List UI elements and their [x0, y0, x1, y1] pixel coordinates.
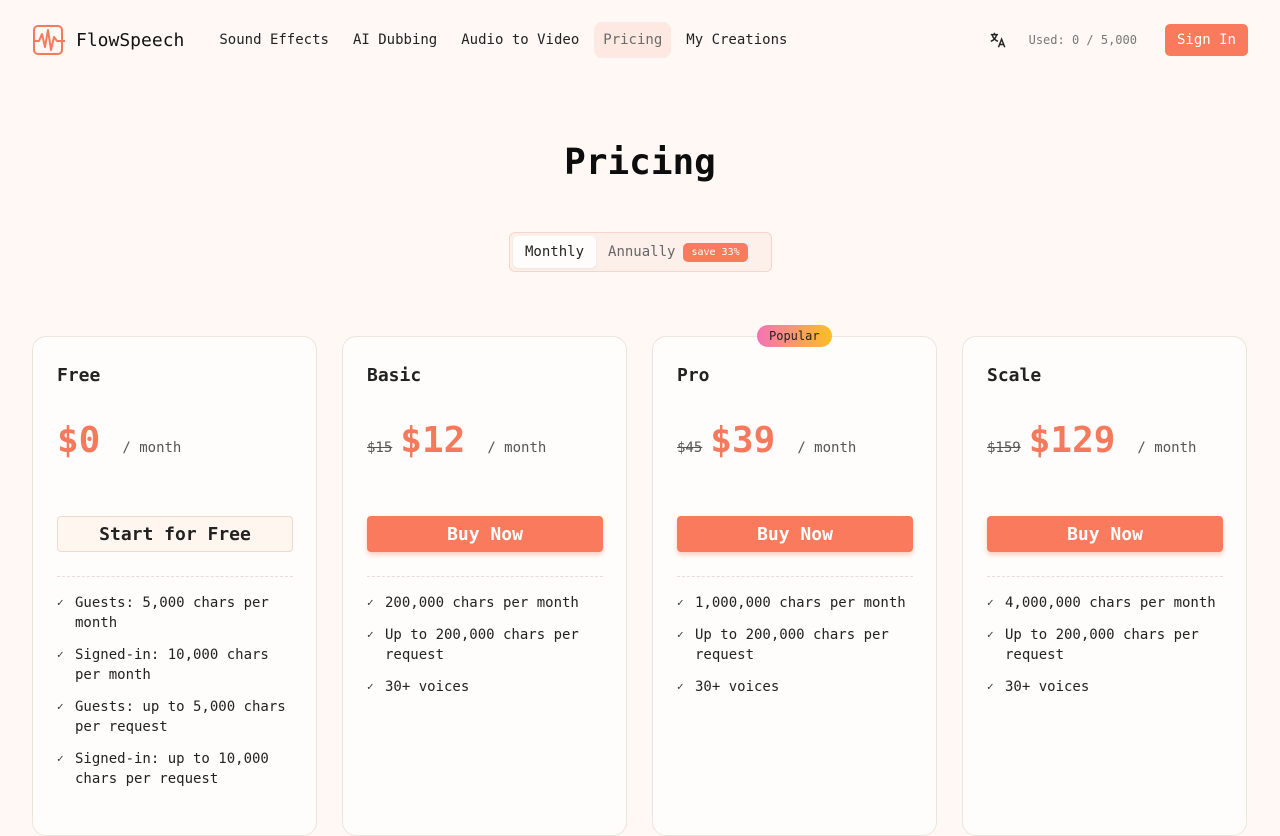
- popular-badge: Popular: [757, 325, 832, 347]
- sign-in-button[interactable]: Sign In: [1164, 24, 1248, 56]
- nav-pricing[interactable]: Pricing: [594, 22, 672, 58]
- feature-item: ✓ 30+ voices: [677, 677, 912, 697]
- check-icon: ✓: [677, 680, 684, 693]
- check-icon: ✓: [57, 648, 64, 661]
- usage-counter: Used: 0 / 5,000: [1028, 33, 1137, 47]
- plan-card-basic: Basic $15 $12 / month Buy Now ✓ 200,000 c…: [342, 336, 627, 836]
- feature-item: ✓ 1,000,000 chars per month: [677, 593, 912, 613]
- feature-text: 30+ voices: [385, 679, 470, 695]
- price-row: $45 $39 / month: [677, 420, 912, 464]
- feature-item: ✓ 200,000 chars per month: [367, 593, 602, 613]
- check-icon: ✓: [677, 628, 684, 641]
- feature-item: ✓ 30+ voices: [987, 677, 1222, 697]
- feature-text: 200,000 chars per month: [385, 595, 579, 611]
- check-icon: ✓: [987, 596, 994, 609]
- divider: [677, 576, 913, 577]
- buy-now-button[interactable]: Buy Now: [677, 516, 913, 552]
- nav-ai-dubbing[interactable]: AI Dubbing: [344, 22, 446, 58]
- plan-card-free: Free $0 / month Start for Free ✓ Guests: …: [32, 336, 317, 836]
- save-badge: save 33%: [683, 242, 748, 262]
- price-row: $0 / month: [57, 420, 292, 464]
- pricing-cards: Free $0 / month Start for Free ✓ Guests: …: [32, 325, 1247, 836]
- feature-text: Signed-in: 10,000 chars per month: [75, 647, 269, 683]
- buy-now-button[interactable]: Buy Now: [367, 516, 603, 552]
- plan-price: $39: [710, 420, 776, 461]
- old-price: $15: [367, 440, 393, 456]
- feature-item: ✓ Guests: 5,000 chars per month: [57, 593, 292, 633]
- header-actions: Used: 0 / 5,000 Sign In: [989, 24, 1248, 56]
- feature-item: ✓ 30+ voices: [367, 677, 602, 697]
- check-icon: ✓: [57, 596, 64, 609]
- feature-text: Guests: 5,000 chars per month: [75, 595, 269, 631]
- page-title: Pricing: [564, 142, 716, 183]
- plan-name: Free: [57, 365, 101, 386]
- brand-name: FlowSpeech: [76, 29, 185, 51]
- check-icon: ✓: [367, 628, 374, 641]
- check-icon: ✓: [367, 680, 374, 693]
- price-period: / month: [487, 440, 547, 456]
- toggle-annually-label: Annually: [608, 244, 676, 260]
- plan-name: Scale: [987, 365, 1042, 386]
- translate-icon[interactable]: [989, 31, 1007, 49]
- check-icon: ✓: [367, 596, 374, 609]
- feature-list: ✓ 200,000 chars per month ✓ Up to 200,000 …: [367, 593, 602, 697]
- feature-item: ✓ Guests: up to 5,000 chars per request: [57, 697, 292, 737]
- plan-name: Basic: [367, 365, 422, 386]
- feature-list: ✓ 4,000,000 chars per month ✓ Up to 200,00…: [987, 593, 1222, 697]
- top-header: FlowSpeech Sound Effects AI Dubbing Audi…: [0, 0, 1280, 80]
- nav-sound-effects[interactable]: Sound Effects: [210, 22, 338, 58]
- plan-name: Pro: [677, 365, 710, 386]
- check-icon: ✓: [677, 596, 684, 609]
- feature-list: ✓ Guests: 5,000 chars per month ✓ Signed-i…: [57, 593, 292, 789]
- feature-text: Up to 200,000 chars per request: [1005, 627, 1199, 663]
- plan-price: $129: [1028, 420, 1116, 461]
- feature-text: Up to 200,000 chars per request: [695, 627, 889, 663]
- divider: [987, 576, 1223, 577]
- old-price: $45: [677, 440, 703, 456]
- toggle-annually[interactable]: Annually save 33%: [596, 236, 760, 268]
- check-icon: ✓: [57, 700, 64, 713]
- feature-item: ✓ Signed-in: up to 10,000 chars per reque…: [57, 749, 292, 789]
- feature-text: 30+ voices: [695, 679, 780, 695]
- check-icon: ✓: [987, 628, 994, 641]
- feature-item: ✓ Up to 200,000 chars per request: [367, 625, 602, 665]
- feature-list: ✓ 1,000,000 chars per month ✓ Up to 200,00…: [677, 593, 912, 697]
- divider: [57, 576, 293, 577]
- price-period: / month: [797, 440, 857, 456]
- feature-text: 4,000,000 chars per month: [1005, 595, 1216, 611]
- price-row: $15 $12 / month: [367, 420, 602, 464]
- feature-text: 1,000,000 chars per month: [695, 595, 906, 611]
- waveform-logo-icon: [33, 25, 65, 55]
- price-period: / month: [1137, 440, 1197, 456]
- plan-price: $12: [400, 420, 466, 461]
- plan-price: $0: [57, 420, 101, 461]
- billing-toggle: Monthly Annually save 33%: [509, 232, 772, 272]
- feature-item: ✓ 4,000,000 chars per month: [987, 593, 1222, 613]
- feature-text: Signed-in: up to 10,000 chars per reques…: [75, 751, 269, 787]
- nav-my-creations[interactable]: My Creations: [677, 22, 796, 58]
- plan-card-pro: Popular Pro $45 $39 / month Buy Now ✓ 1,0…: [652, 325, 937, 836]
- feature-text: 30+ voices: [1005, 679, 1090, 695]
- price-row: $159 $129 / month: [987, 420, 1222, 464]
- feature-item: ✓ Up to 200,000 chars per request: [677, 625, 912, 665]
- feature-text: Up to 200,000 chars per request: [385, 627, 579, 663]
- check-icon: ✓: [987, 680, 994, 693]
- check-icon: ✓: [57, 752, 64, 765]
- nav-audio-to-video[interactable]: Audio to Video: [452, 22, 588, 58]
- old-price: $159: [987, 440, 1021, 456]
- toggle-monthly[interactable]: Monthly: [513, 236, 597, 268]
- plan-card-scale: Scale $159 $129 / month Buy Now ✓ 4,000,0…: [962, 336, 1247, 836]
- brand-logo[interactable]: FlowSpeech: [32, 24, 184, 56]
- divider: [367, 576, 603, 577]
- start-free-button[interactable]: Start for Free: [57, 516, 293, 552]
- buy-now-button[interactable]: Buy Now: [987, 516, 1223, 552]
- feature-text: Guests: up to 5,000 chars per request: [75, 699, 286, 735]
- main-nav: Sound Effects AI Dubbing Audio to Video …: [210, 22, 796, 58]
- feature-item: ✓ Up to 200,000 chars per request: [987, 625, 1222, 665]
- price-period: / month: [122, 440, 182, 456]
- feature-item: ✓ Signed-in: 10,000 chars per month: [57, 645, 292, 685]
